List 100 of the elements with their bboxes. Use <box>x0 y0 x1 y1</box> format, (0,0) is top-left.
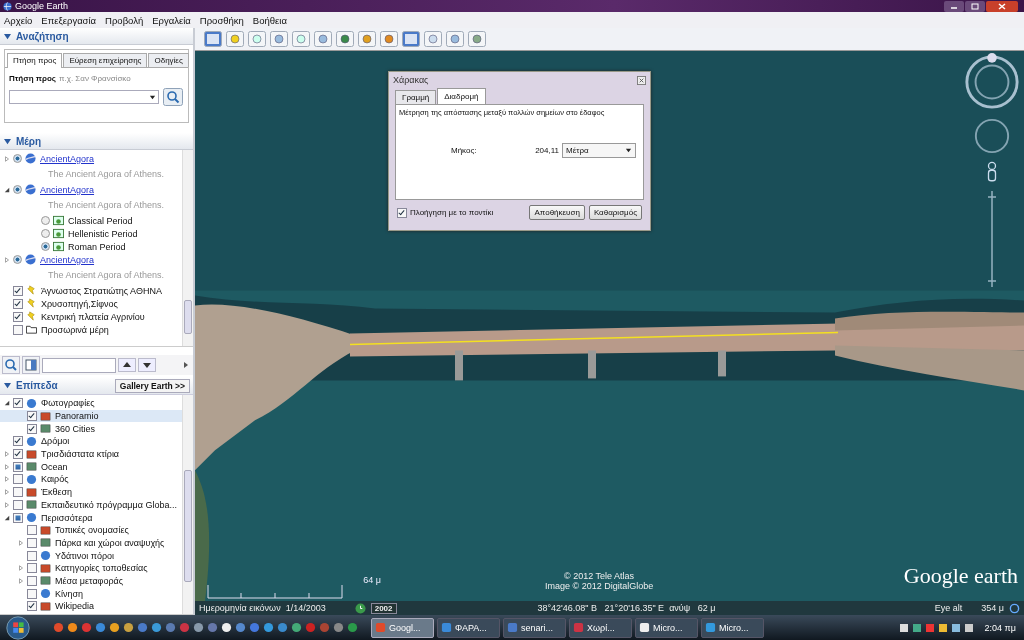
taskbar-button[interactable]: Micro... <box>635 617 698 638</box>
collapse-arrow-icon[interactable] <box>4 382 11 389</box>
checkbox[interactable] <box>27 588 37 599</box>
dialog-button[interactable]: Αποθήκευση <box>529 205 585 220</box>
checkbox[interactable] <box>27 550 37 561</box>
scrollbar[interactable] <box>182 395 193 614</box>
dropdown-arrow-icon[interactable] <box>149 93 156 101</box>
checkbox[interactable] <box>13 487 23 498</box>
ruler-tab[interactable]: Γραμμή <box>395 90 437 104</box>
scrollbar[interactable] <box>182 150 193 346</box>
checkbox[interactable] <box>27 423 37 434</box>
tray-icon[interactable] <box>950 622 961 633</box>
toolbar-icon[interactable] <box>204 31 222 47</box>
checkbox[interactable] <box>27 575 37 586</box>
partial-checkbox[interactable] <box>13 461 23 472</box>
menu-item[interactable]: Βοήθεια <box>252 14 287 26</box>
move-up-button[interactable] <box>118 358 136 372</box>
checkbox[interactable] <box>27 601 37 612</box>
toolbar-icon[interactable] <box>380 31 398 47</box>
toolbar-icon[interactable] <box>292 31 310 47</box>
checkbox[interactable] <box>27 525 37 536</box>
history-icon[interactable] <box>354 602 366 614</box>
checkbox[interactable] <box>13 324 23 335</box>
checkbox[interactable] <box>27 411 37 422</box>
period-radio[interactable] <box>41 216 50 225</box>
panel-title[interactable]: Αναζήτηση <box>16 30 69 42</box>
dialog-button[interactable]: Καθαρισμός <box>588 205 642 220</box>
quick-launch-icon[interactable] <box>123 622 134 633</box>
checkbox[interactable] <box>13 298 23 309</box>
tray-icon[interactable] <box>937 622 948 633</box>
gallery-button[interactable]: Gallery Earth >> <box>114 378 190 393</box>
partial-checkbox[interactable] <box>13 512 23 523</box>
checkbox[interactable] <box>13 436 23 447</box>
toolbar-icon[interactable] <box>226 31 244 47</box>
toolbar-icon[interactable] <box>314 31 332 47</box>
visibility-radio[interactable] <box>13 255 22 264</box>
taskbar-button[interactable]: Micro... <box>701 617 764 638</box>
start-button[interactable] <box>4 615 32 640</box>
minimize-button[interactable] <box>944 0 964 12</box>
panel-title[interactable]: Μέρη <box>16 135 42 147</box>
taskbar-button[interactable]: senari... <box>503 617 566 638</box>
toolbar-icon[interactable] <box>358 31 376 47</box>
taskbar-button[interactable]: Χωρί... <box>569 617 632 638</box>
toolbar-icon[interactable] <box>402 31 420 47</box>
checkbox[interactable] <box>27 537 37 548</box>
toolbar-icon[interactable] <box>248 31 266 47</box>
search-tab[interactable]: Εύρεση επιχείρησης <box>63 53 148 67</box>
quick-launch-icon[interactable] <box>109 622 120 633</box>
menu-item[interactable]: Επεξεργασία <box>41 14 97 26</box>
expander-icon[interactable] <box>4 514 10 521</box>
visibility-radio[interactable] <box>13 185 22 194</box>
search-field[interactable] <box>9 90 159 104</box>
tray-icon[interactable] <box>963 622 974 633</box>
toolbar-icon[interactable] <box>424 31 442 47</box>
search-icon[interactable] <box>2 356 20 374</box>
tray-icon[interactable] <box>898 622 909 633</box>
quick-launch-icon[interactable] <box>291 622 302 633</box>
search-button[interactable] <box>162 88 184 106</box>
place-link[interactable]: AncientAgora <box>40 153 95 164</box>
taskbar-button[interactable]: ΦΑΡΑ... <box>437 617 500 638</box>
tray-icon[interactable] <box>911 622 922 633</box>
unit-dropdown[interactable]: Μέτρα <box>562 143 636 158</box>
collapse-arrow-icon[interactable] <box>4 32 11 40</box>
maximize-button[interactable] <box>965 0 985 12</box>
year-button[interactable]: 2002 <box>370 602 397 614</box>
place-link[interactable]: AncientAgora <box>40 254 95 265</box>
selected-row[interactable]: Panoramio <box>0 409 182 423</box>
checkbox[interactable] <box>397 207 407 218</box>
search-tab[interactable]: Οδηγίες <box>148 53 189 67</box>
panel-title[interactable]: Επίπεδα <box>16 380 58 391</box>
checkbox[interactable] <box>13 449 23 460</box>
look-control[interactable] <box>973 117 1011 155</box>
checkbox[interactable] <box>27 563 37 574</box>
toolbar-icon[interactable] <box>336 31 354 47</box>
panel-icon[interactable] <box>22 356 40 374</box>
checkbox[interactable] <box>13 499 23 510</box>
toolbar-icon[interactable] <box>468 31 486 47</box>
ruler-tab[interactable]: Διαδρομή <box>437 88 486 104</box>
dropdown-arrow-icon[interactable] <box>625 147 632 154</box>
collapse-arrow-icon[interactable] <box>4 137 11 145</box>
move-down-button[interactable] <box>138 358 156 372</box>
quick-launch-icon[interactable] <box>193 622 204 633</box>
search-tab[interactable]: Πτήση προς <box>7 53 63 68</box>
taskbar-button[interactable]: Googl... <box>371 617 434 638</box>
close-button[interactable] <box>986 0 1018 12</box>
menu-item[interactable]: Προβολή <box>105 14 144 26</box>
toolbar-icon[interactable] <box>270 31 288 47</box>
period-radio[interactable] <box>41 242 50 251</box>
checkbox[interactable] <box>13 398 23 409</box>
quick-launch-icon[interactable] <box>67 622 78 633</box>
period-radio[interactable] <box>41 229 50 238</box>
filter-field[interactable] <box>42 357 116 373</box>
place-link[interactable]: AncientAgora <box>40 184 95 195</box>
compass-control[interactable] <box>963 53 1021 111</box>
menu-item[interactable]: Προσθήκη <box>199 14 244 26</box>
checkbox[interactable] <box>13 474 23 485</box>
expander-icon[interactable] <box>4 400 10 407</box>
checkbox[interactable] <box>13 285 23 296</box>
toolbar-icon[interactable] <box>446 31 464 47</box>
menu-item[interactable]: Αρχείο <box>4 14 33 26</box>
